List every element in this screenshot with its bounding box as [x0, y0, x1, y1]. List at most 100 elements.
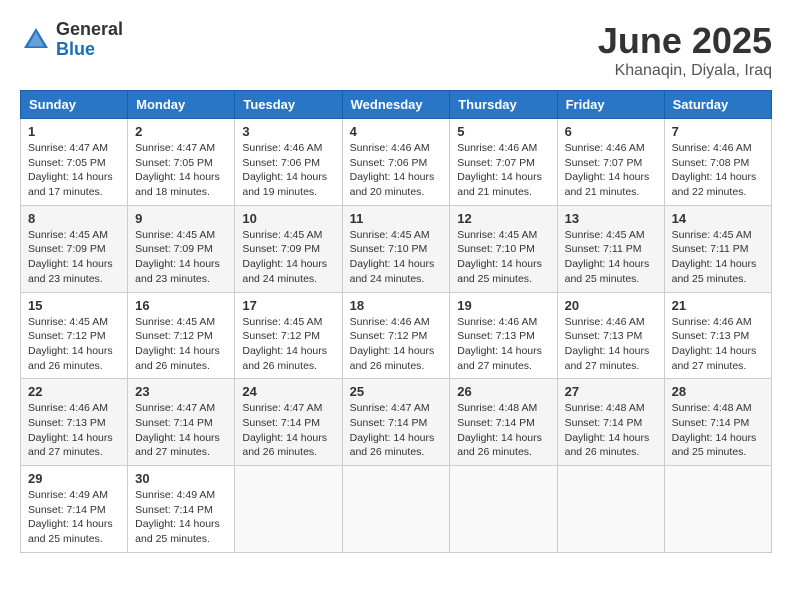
sunset-text: Sunset: 7:14 PM [565, 417, 643, 429]
table-row: 5Sunrise: 4:46 AMSunset: 7:07 PMDaylight… [450, 119, 557, 206]
daylight-text: Daylight: 14 hours and 25 minutes. [672, 432, 757, 459]
sunset-text: Sunset: 7:11 PM [565, 243, 642, 255]
day-info: Sunrise: 4:46 AMSunset: 7:13 PMDaylight:… [565, 315, 657, 374]
calendar-header-row: Sunday Monday Tuesday Wednesday Thursday… [21, 91, 772, 119]
table-row: 14Sunrise: 4:45 AMSunset: 7:11 PMDayligh… [664, 205, 771, 292]
header-wednesday: Wednesday [342, 91, 450, 119]
daylight-text: Daylight: 14 hours and 26 minutes. [350, 432, 435, 459]
sunrise-text: Sunrise: 4:45 AM [350, 229, 430, 241]
calendar-week-row: 15Sunrise: 4:45 AMSunset: 7:12 PMDayligh… [21, 292, 772, 379]
sunrise-text: Sunrise: 4:46 AM [565, 316, 645, 328]
day-info: Sunrise: 4:47 AMSunset: 7:05 PMDaylight:… [28, 141, 120, 200]
title-block: June 2025 Khanaqin, Diyala, Iraq [598, 20, 772, 80]
daylight-text: Daylight: 14 hours and 23 minutes. [135, 258, 220, 285]
day-info: Sunrise: 4:45 AMSunset: 7:09 PMDaylight:… [135, 228, 227, 287]
header-thursday: Thursday [450, 91, 557, 119]
calendar-week-row: 22 Sunrise: 4:46 AM Sunset: 7:13 PM Dayligh… [21, 379, 772, 466]
day-number: 18 [350, 298, 443, 313]
daylight-text: Daylight: 14 hours and 26 minutes. [565, 432, 650, 459]
day-number: 3 [242, 124, 334, 139]
day-number: 25 [350, 384, 443, 399]
table-row: 26Sunrise: 4:48 AMSunset: 7:14 PMDayligh… [450, 379, 557, 466]
table-row: 23 Sunrise: 4:47 AMSunset: 7:14 PMDayligh… [128, 379, 235, 466]
day-info: Sunrise: 4:49 AMSunset: 7:14 PMDaylight:… [135, 488, 227, 547]
day-info: Sunrise: 4:46 AMSunset: 7:08 PMDaylight:… [672, 141, 764, 200]
table-row [342, 466, 450, 553]
table-row [664, 466, 771, 553]
table-row: 30Sunrise: 4:49 AMSunset: 7:14 PMDayligh… [128, 466, 235, 553]
sunset-text: Sunset: 7:14 PM [135, 417, 213, 429]
sunset-text: Sunset: 7:14 PM [672, 417, 750, 429]
table-row: 6Sunrise: 4:46 AMSunset: 7:07 PMDaylight… [557, 119, 664, 206]
sunrise-text: Sunrise: 4:46 AM [28, 402, 108, 414]
day-number: 20 [565, 298, 657, 313]
daylight-text: Daylight: 14 hours and 26 minutes. [135, 345, 220, 372]
sunset-text: Sunset: 7:11 PM [672, 243, 749, 255]
month-title: June 2025 [598, 20, 772, 62]
daylight-text: Daylight: 14 hours and 18 minutes. [135, 171, 220, 198]
daylight-text: Daylight: 14 hours and 26 minutes. [242, 432, 327, 459]
header-monday: Monday [128, 91, 235, 119]
sunset-text: Sunset: 7:14 PM [350, 417, 428, 429]
day-number: 23 [135, 384, 227, 399]
daylight-text: Daylight: 14 hours and 19 minutes. [242, 171, 327, 198]
daylight-text: Daylight: 14 hours and 26 minutes. [242, 345, 327, 372]
table-row: 28Sunrise: 4:48 AMSunset: 7:14 PMDayligh… [664, 379, 771, 466]
table-row: 2Sunrise: 4:47 AMSunset: 7:05 PMDaylight… [128, 119, 235, 206]
table-row: 7 Sunrise: 4:46 AMSunset: 7:08 PMDaylight… [664, 119, 771, 206]
day-number: 7 [672, 124, 764, 139]
day-number: 21 [672, 298, 764, 313]
sunset-text: Sunset: 7:12 PM [350, 330, 428, 342]
daylight-text: Daylight: 14 hours and 27 minutes. [457, 345, 542, 372]
day-number: 22 [28, 384, 120, 399]
day-number: 6 [565, 124, 657, 139]
day-info: Sunrise: 4:45 AMSunset: 7:12 PMDaylight:… [242, 315, 334, 374]
day-info: Sunrise: 4:45 AMSunset: 7:10 PMDaylight:… [350, 228, 443, 287]
sunset-text: Sunset: 7:13 PM [28, 417, 106, 429]
day-info: Sunrise: 4:45 AMSunset: 7:12 PMDaylight:… [135, 315, 227, 374]
logo-text: General Blue [56, 20, 123, 60]
day-info: Sunrise: 4:45 AMSunset: 7:11 PMDaylight:… [565, 228, 657, 287]
header-friday: Friday [557, 91, 664, 119]
table-row: 25Sunrise: 4:47 AMSunset: 7:14 PMDayligh… [342, 379, 450, 466]
sunrise-text: Sunrise: 4:48 AM [565, 402, 645, 414]
sunrise-text: Sunrise: 4:47 AM [242, 402, 322, 414]
sunrise-text: Sunrise: 4:46 AM [565, 142, 645, 154]
sunrise-text: Sunrise: 4:49 AM [135, 489, 215, 501]
day-number: 11 [350, 211, 443, 226]
table-row [235, 466, 342, 553]
sunrise-text: Sunrise: 4:46 AM [672, 142, 752, 154]
day-number: 28 [672, 384, 764, 399]
sunset-text: Sunset: 7:14 PM [135, 504, 213, 516]
sunset-text: Sunset: 7:13 PM [565, 330, 643, 342]
sunrise-text: Sunrise: 4:45 AM [242, 316, 322, 328]
day-info: Sunrise: 4:47 AMSunset: 7:14 PMDaylight:… [242, 401, 334, 460]
sunrise-text: Sunrise: 4:45 AM [135, 229, 215, 241]
daylight-text: Daylight: 14 hours and 26 minutes. [28, 345, 113, 372]
day-info: Sunrise: 4:45 AMSunset: 7:09 PMDaylight:… [242, 228, 334, 287]
table-row: 10Sunrise: 4:45 AMSunset: 7:09 PMDayligh… [235, 205, 342, 292]
sunset-text: Sunset: 7:14 PM [457, 417, 535, 429]
day-number: 12 [457, 211, 549, 226]
day-number: 15 [28, 298, 120, 313]
table-row: 19Sunrise: 4:46 AMSunset: 7:13 PMDayligh… [450, 292, 557, 379]
calendar-week-row: 1 Sunrise: 4:47 AMSunset: 7:05 PMDaylight… [21, 119, 772, 206]
logo-blue: Blue [56, 40, 123, 60]
day-number: 26 [457, 384, 549, 399]
sunset-text: Sunset: 7:07 PM [457, 157, 535, 169]
day-number: 5 [457, 124, 549, 139]
daylight-text: Daylight: 14 hours and 25 minutes. [672, 258, 757, 285]
day-info: Sunrise: 4:46 AMSunset: 7:07 PMDaylight:… [457, 141, 549, 200]
day-info: Sunrise: 4:47 AMSunset: 7:05 PMDaylight:… [135, 141, 227, 200]
page-header: General Blue June 2025 Khanaqin, Diyala,… [20, 20, 772, 80]
day-number: 17 [242, 298, 334, 313]
day-number: 27 [565, 384, 657, 399]
sunrise-text: Sunrise: 4:46 AM [457, 142, 537, 154]
day-number: 1 [28, 124, 120, 139]
sunrise-text: Sunrise: 4:46 AM [350, 142, 430, 154]
table-row: 16Sunrise: 4:45 AMSunset: 7:12 PMDayligh… [128, 292, 235, 379]
day-info: Sunrise: 4:49 AMSunset: 7:14 PMDaylight:… [28, 488, 120, 547]
table-row: 4Sunrise: 4:46 AMSunset: 7:06 PMDaylight… [342, 119, 450, 206]
day-info: Sunrise: 4:48 AM Sunset: 7:14 PM Daylight:… [565, 401, 657, 460]
day-info: Sunrise: 4:47 AMSunset: 7:14 PMDaylight:… [135, 401, 227, 460]
